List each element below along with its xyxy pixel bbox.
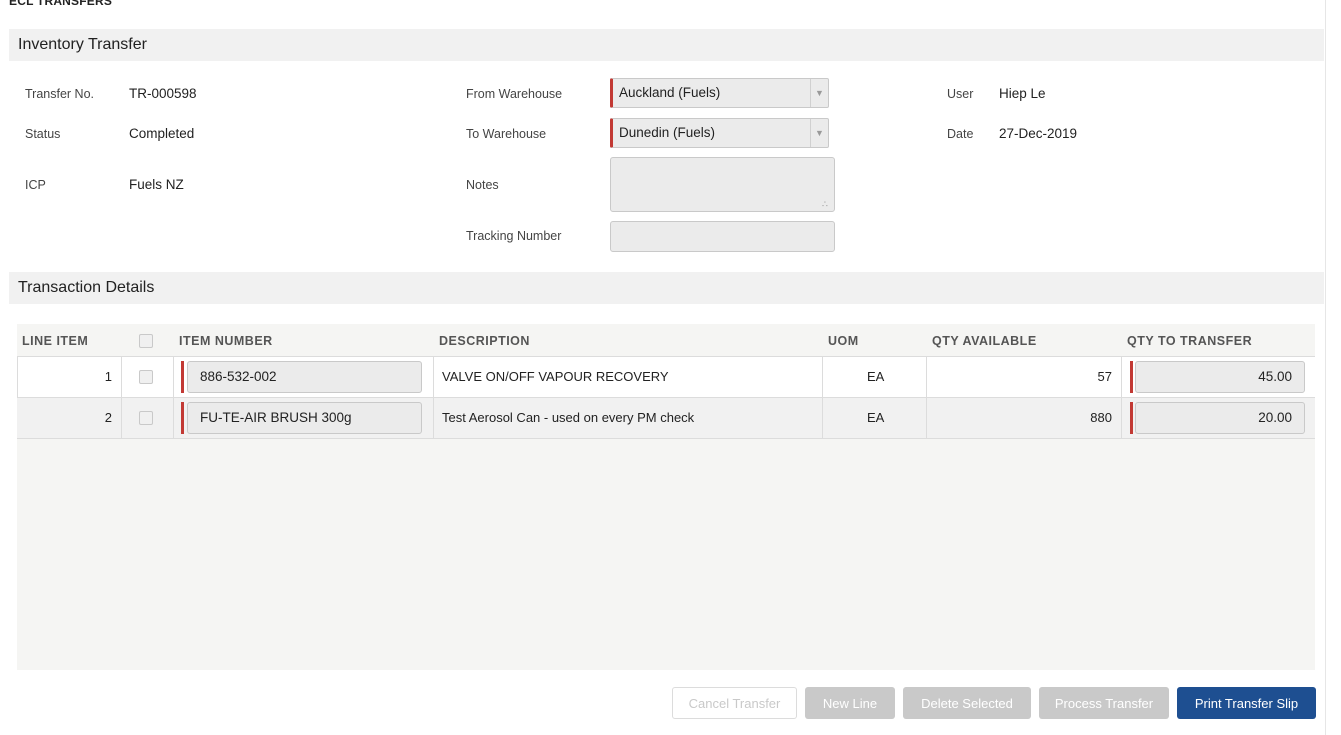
transaction-details-header: Transaction Details (9, 272, 1324, 304)
col-description: DESCRIPTION (439, 334, 530, 348)
select-all-checkbox[interactable] (139, 334, 153, 348)
from-warehouse-label: From Warehouse (466, 87, 563, 101)
col-item-number: ITEM NUMBER (179, 334, 273, 348)
chevron-down-icon[interactable]: ▼ (810, 79, 828, 107)
item-description: VALVE ON/OFF VAPOUR RECOVERY (442, 369, 669, 384)
notes-textarea[interactable] (610, 157, 835, 212)
transaction-details-title: Transaction Details (18, 279, 155, 296)
icp-label: ICP (25, 178, 46, 192)
to-warehouse-label: To Warehouse (466, 127, 547, 141)
to-warehouse-value: Dunedin (Fuels) (619, 125, 716, 140)
item-uom: EA (867, 410, 885, 425)
from-warehouse-value: Auckland (Fuels) (619, 85, 721, 100)
from-warehouse-select[interactable]: Auckland (Fuels) ▼ (610, 78, 829, 108)
table-row: 1 886-532-002 VALVE ON/OFF VAPOUR RECOVE… (17, 357, 1315, 398)
icp-value: Fuels NZ (129, 177, 184, 192)
delete-selected-button[interactable]: Delete Selected (903, 687, 1031, 719)
date-value: 27-Dec-2019 (999, 126, 1078, 141)
col-uom: UOM (828, 334, 859, 348)
qty-to-transfer-input[interactable]: 20.00 (1135, 402, 1305, 434)
qty-to-transfer-input[interactable]: 45.00 (1135, 361, 1305, 393)
date-label: Date (947, 127, 974, 141)
status-label: Status (25, 127, 61, 141)
col-qty-available: QTY AVAILABLE (932, 334, 1037, 348)
line-number: 1 (104, 369, 112, 384)
user-value: Hiep Le (999, 86, 1046, 101)
transfer-no-label: Transfer No. (25, 87, 95, 101)
table-row: 2 FU-TE-AIR BRUSH 300g Test Aerosol Can … (17, 398, 1315, 439)
process-transfer-button[interactable]: Process Transfer (1039, 687, 1169, 719)
notes-label: Notes (466, 178, 499, 192)
item-description: Test Aerosol Can - used on every PM chec… (442, 410, 695, 425)
inventory-transfer-header: Inventory Transfer (9, 29, 1324, 61)
to-warehouse-select[interactable]: Dunedin (Fuels) ▼ (610, 118, 829, 148)
tracking-number-input[interactable] (610, 221, 835, 252)
user-label: User (947, 87, 974, 101)
qty-available: 57 (1097, 369, 1112, 384)
item-uom: EA (867, 369, 885, 384)
print-transfer-slip-button[interactable]: Print Transfer Slip (1177, 687, 1316, 719)
grid-header-row: LINE ITEM ITEM NUMBER DESCRIPTION UOM QT… (17, 324, 1315, 357)
cancel-transfer-button[interactable]: Cancel Transfer (672, 687, 797, 719)
col-qty-to-transfer: QTY TO TRANSFER (1127, 334, 1253, 348)
scrollbar-track[interactable] (1325, 0, 1326, 735)
item-number-input[interactable]: 886-532-002 (187, 361, 422, 393)
inventory-transfer-title: Inventory Transfer (18, 36, 147, 53)
transfer-no-value: TR-000598 (129, 86, 197, 101)
line-number: 2 (104, 410, 112, 425)
tracking-number-label: Tracking Number (466, 229, 562, 243)
row-checkbox[interactable] (139, 370, 153, 384)
transaction-grid: LINE ITEM ITEM NUMBER DESCRIPTION UOM QT… (17, 324, 1315, 670)
page-heading: ECL TRANSFERS (9, 0, 113, 8)
item-number-input[interactable]: FU-TE-AIR BRUSH 300g (187, 402, 422, 434)
chevron-down-icon[interactable]: ▼ (810, 119, 828, 147)
row-checkbox[interactable] (139, 411, 153, 425)
new-line-button[interactable]: New Line (805, 687, 895, 719)
qty-available: 880 (1090, 410, 1112, 425)
col-line-item: LINE ITEM (22, 334, 89, 348)
status-value: Completed (129, 126, 195, 141)
